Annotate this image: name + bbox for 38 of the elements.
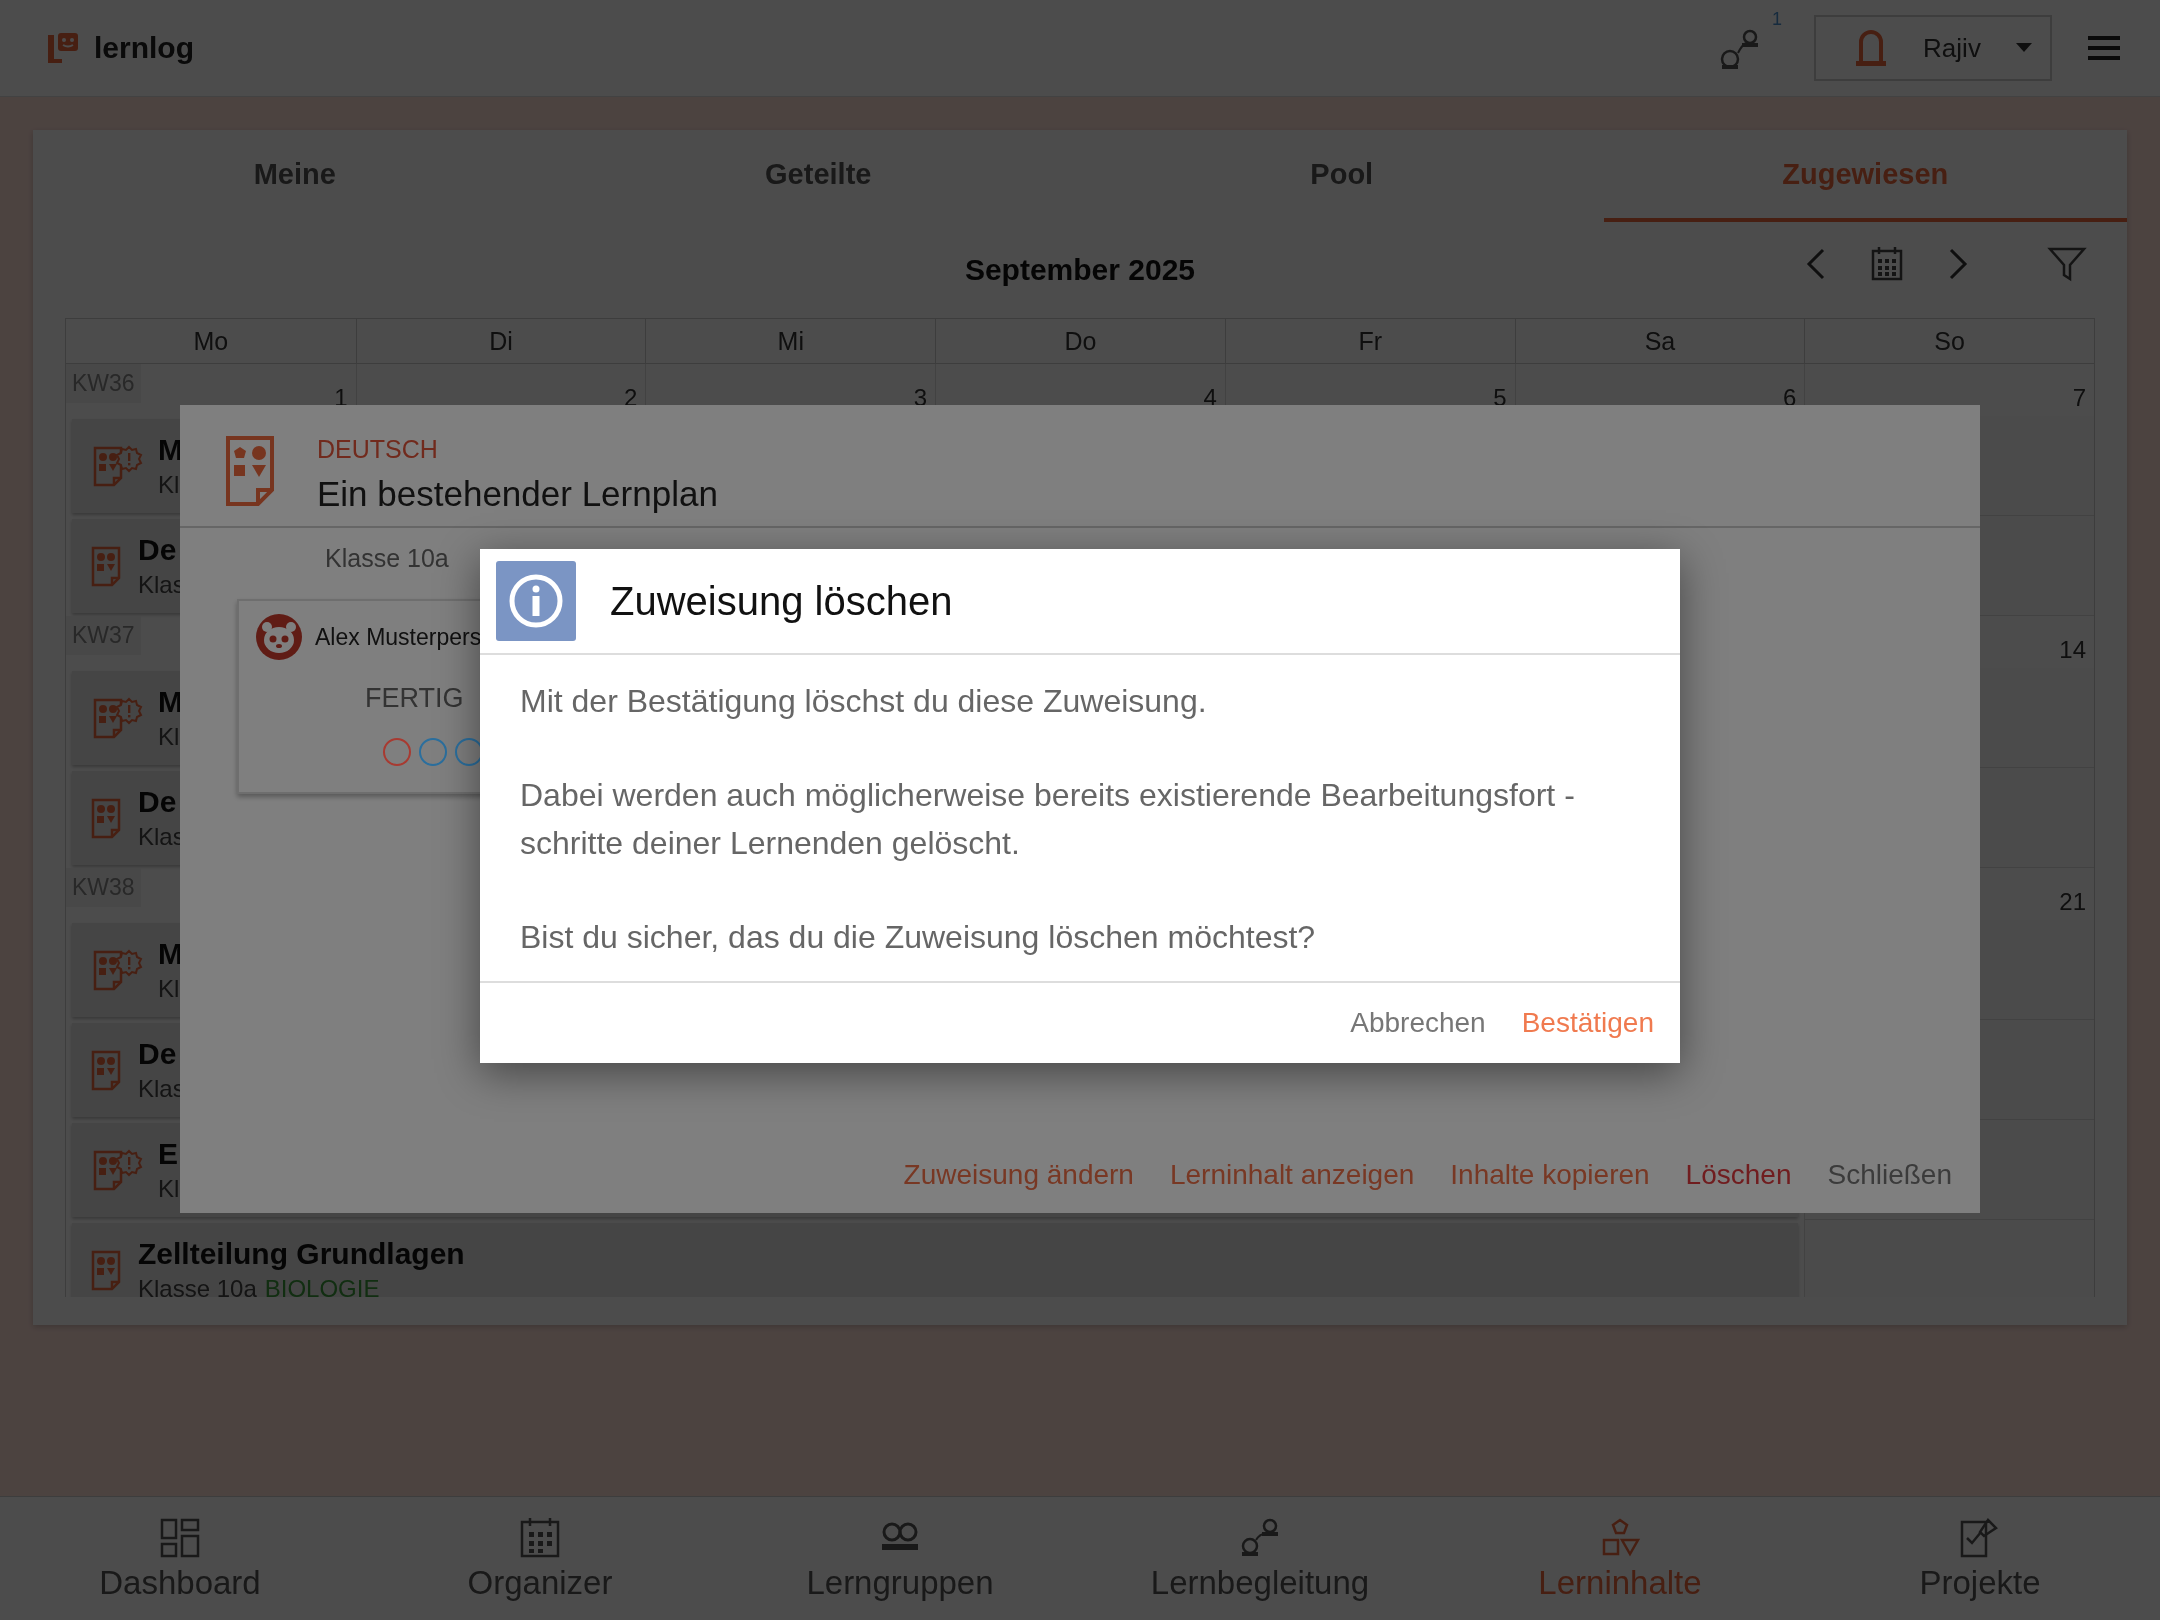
weekday-label: Fr [1358, 326, 1382, 356]
day-number: 7 [2072, 384, 2086, 412]
learning-plan-icon [225, 435, 277, 507]
action-link[interactable]: Zuweisung ändern [903, 1159, 1134, 1191]
event-title: De [138, 1037, 178, 1071]
weekday-label: Sa [1644, 326, 1676, 356]
action-link[interactable]: Schließen [1827, 1159, 1952, 1191]
event-title: De [138, 785, 178, 819]
day-number: 21 [2059, 888, 2086, 916]
event-title: Zellteilung Grundlagen [138, 1237, 465, 1271]
day-number: 6 [1782, 384, 1797, 412]
info-icon [496, 561, 576, 641]
dialog-message: Bist du sicher, das du die Zuweisung löschen möchtest? [520, 918, 1317, 957]
weekday-label: Mi [777, 326, 804, 356]
confirm-button[interactable]: Bestätigen [1521, 1007, 1654, 1039]
status-label: FERTIG [365, 683, 464, 714]
weekday-label: Di [489, 326, 513, 356]
dialog-message: Dabei werden auch möglicherweise bereits existierende Bearbeitungsfort - schritte deiner Lernenden gelöscht. [520, 776, 1576, 863]
action-link[interactable]: Inhalte kopieren [1450, 1159, 1650, 1191]
subject-label: DEUTSCH [317, 435, 439, 464]
weekday-label: Do [1064, 326, 1097, 356]
event-title: E [158, 1137, 179, 1171]
day-number: 4 [1203, 384, 1217, 412]
student-name: Alex Musterpers [315, 623, 482, 651]
day-number: 14 [2059, 636, 2086, 664]
event-title: De [138, 533, 178, 567]
action-link[interactable]: Löschen [1685, 1159, 1792, 1191]
cancel-button[interactable]: Abbrechen [1350, 1007, 1486, 1039]
dialog-message: Mit der Bestätigung löschst du diese Zuweisung. [520, 682, 1208, 721]
weekday-label: Mo [193, 326, 229, 356]
app-name: lernlog [94, 31, 194, 65]
action-link[interactable]: Lerninhalt anzeigen [1169, 1159, 1415, 1191]
assignment-title: Ein bestehender Lernplan [317, 474, 718, 514]
class-label: Klasse 10a [324, 543, 450, 573]
weekday-label: So [1934, 326, 1965, 356]
avatar-icon [255, 613, 303, 661]
dialog-title: Zuweisung löschen [610, 578, 953, 624]
month-title: September 2025 [964, 253, 1196, 287]
